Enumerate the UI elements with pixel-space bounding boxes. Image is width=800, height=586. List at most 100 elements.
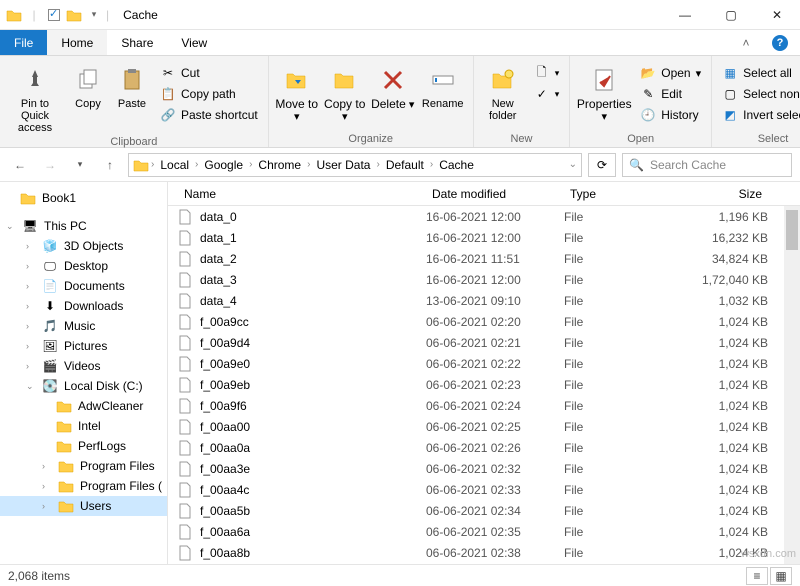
file-row[interactable]: f_00aa0a06-06-2021 02:26File1,024 KB <box>168 437 800 458</box>
chevron-right-icon[interactable]: › <box>26 241 36 251</box>
paste-button[interactable]: Paste <box>112 60 152 110</box>
col-type[interactable]: Type <box>564 187 676 201</box>
nav-tree[interactable]: Book1 ⌄🖥This PC ›🧊3D Objects ›🖵Desktop ›… <box>0 182 168 564</box>
file-row[interactable]: f_00aa0006-06-2021 02:25File1,024 KB <box>168 416 800 437</box>
scrollbar-thumb[interactable] <box>786 210 798 250</box>
file-row[interactable]: f_00a9f606-06-2021 02:24File1,024 KB <box>168 395 800 416</box>
chevron-right-icon[interactable]: › <box>26 281 36 291</box>
chevron-right-icon[interactable]: › <box>42 461 52 471</box>
chevron-down-icon[interactable]: ⌄ <box>26 381 36 392</box>
tab-view[interactable]: View <box>167 30 221 55</box>
file-row[interactable]: f_00aa4c06-06-2021 02:33File1,024 KB <box>168 479 800 500</box>
chevron-right-icon[interactable]: › <box>249 159 252 170</box>
select-all-button[interactable]: ▦Select all <box>718 64 800 82</box>
invert-selection-button[interactable]: ◩Invert selection <box>718 106 800 124</box>
forward-button[interactable]: → <box>38 153 62 177</box>
tree-intel[interactable]: Intel <box>0 416 167 436</box>
select-none-button[interactable]: ▢Select none <box>718 85 800 103</box>
checkbox-icon[interactable] <box>46 7 62 23</box>
edit-button[interactable]: ✎Edit <box>636 85 705 103</box>
details-view-button[interactable]: ≡ <box>746 567 768 585</box>
tab-share[interactable]: Share <box>107 30 167 55</box>
file-row[interactable]: f_00a9e006-06-2021 02:22File1,024 KB <box>168 353 800 374</box>
file-row[interactable]: f_00a9cc06-06-2021 02:20File1,024 KB <box>168 311 800 332</box>
folder-small-icon[interactable] <box>66 7 82 23</box>
close-button[interactable]: ✕ <box>754 0 800 30</box>
scrollbar[interactable] <box>784 206 800 564</box>
tree-videos[interactable]: ›🎬Videos <box>0 356 167 376</box>
file-row[interactable]: f_00aa3e06-06-2021 02:32File1,024 KB <box>168 458 800 479</box>
new-item-button[interactable]: 🗋▾ <box>530 64 564 82</box>
dropdown-icon[interactable]: ▾ <box>86 7 102 23</box>
properties-button[interactable]: Properties ▾ <box>576 60 632 123</box>
file-row[interactable]: data_116-06-2021 12:00File16,232 KB <box>168 227 800 248</box>
breadcrumb[interactable]: › Local› Google› Chrome› User Data› Defa… <box>128 153 582 177</box>
chevron-down-icon[interactable]: ⌄ <box>6 221 16 232</box>
tree-downloads[interactable]: ›⬇Downloads <box>0 296 167 316</box>
col-date[interactable]: Date modified <box>426 187 564 201</box>
chevron-right-icon[interactable]: › <box>26 341 36 351</box>
file-row[interactable]: data_216-06-2021 11:51File34,824 KB <box>168 248 800 269</box>
pin-quick-access-button[interactable]: Pin to Quick access <box>6 60 64 134</box>
file-row[interactable]: f_00a9eb06-06-2021 02:23File1,024 KB <box>168 374 800 395</box>
refresh-button[interactable]: ⟳ <box>588 153 616 177</box>
crumb[interactable]: Default <box>382 158 428 172</box>
minimize-button[interactable]: — <box>662 0 708 30</box>
delete-button[interactable]: Delete ▾ <box>371 60 415 111</box>
chevron-right-icon[interactable]: › <box>26 301 36 311</box>
chevron-right-icon[interactable]: › <box>195 159 198 170</box>
move-to-button[interactable]: Move to ▾ <box>275 60 319 123</box>
tree-3d-objects[interactable]: ›🧊3D Objects <box>0 236 167 256</box>
tree-program-files[interactable]: ›Program Files <box>0 456 167 476</box>
file-row[interactable]: f_00a9d406-06-2021 02:21File1,024 KB <box>168 332 800 353</box>
up-button[interactable]: ↑ <box>98 153 122 177</box>
crumb[interactable]: User Data <box>312 158 374 172</box>
crumb[interactable]: Local <box>156 158 193 172</box>
crumb[interactable]: Chrome <box>254 158 305 172</box>
tab-home[interactable]: Home <box>47 30 107 55</box>
rename-button[interactable]: Rename <box>419 60 467 110</box>
maximize-button[interactable]: ▢ <box>708 0 754 30</box>
crumb[interactable]: Google <box>200 158 247 172</box>
tree-pictures[interactable]: ›🖼Pictures <box>0 336 167 356</box>
tree-local-disk[interactable]: ⌄💽Local Disk (C:) <box>0 376 167 396</box>
tree-adwcleaner[interactable]: AdwCleaner <box>0 396 167 416</box>
col-name[interactable]: Name <box>178 187 426 201</box>
collapse-ribbon-icon[interactable]: ˄ <box>732 30 760 55</box>
chevron-right-icon[interactable]: › <box>26 361 36 371</box>
tree-this-pc[interactable]: ⌄🖥This PC <box>0 216 167 236</box>
file-row[interactable]: data_413-06-2021 09:10File1,032 KB <box>168 290 800 311</box>
open-button[interactable]: 📂Open ▾ <box>636 64 705 82</box>
copy-to-button[interactable]: Copy to ▾ <box>323 60 367 123</box>
file-row[interactable]: f_00aa6a06-06-2021 02:35File1,024 KB <box>168 521 800 542</box>
recent-dropdown[interactable]: ▾ <box>68 153 92 177</box>
chevron-down-icon[interactable]: ⌄ <box>569 159 577 170</box>
file-row[interactable]: data_016-06-2021 12:00File1,196 KB <box>168 206 800 227</box>
col-size[interactable]: Size <box>676 187 768 201</box>
tree-documents[interactable]: ›📄Documents <box>0 276 167 296</box>
chevron-right-icon[interactable]: › <box>376 159 379 170</box>
tree-perflogs[interactable]: PerfLogs <box>0 436 167 456</box>
history-button[interactable]: 🕘History <box>636 106 705 124</box>
chevron-right-icon[interactable]: › <box>42 501 52 511</box>
chevron-right-icon[interactable]: › <box>151 159 154 170</box>
crumb[interactable]: Cache <box>435 158 478 172</box>
cut-button[interactable]: ✂Cut <box>156 64 262 82</box>
file-row[interactable]: f_00aa8b06-06-2021 02:38File1,024 KB <box>168 542 800 563</box>
file-row[interactable]: f_00aa5b06-06-2021 02:34File1,024 KB <box>168 500 800 521</box>
tab-file[interactable]: File <box>0 30 47 55</box>
copy-path-button[interactable]: 📋Copy path <box>156 85 262 103</box>
help-button[interactable]: ? <box>760 30 800 55</box>
tree-program-files-x86[interactable]: ›Program Files ( <box>0 476 167 496</box>
chevron-right-icon[interactable]: › <box>42 481 52 491</box>
tree-desktop[interactable]: ›🖵Desktop <box>0 256 167 276</box>
back-button[interactable]: ← <box>8 153 32 177</box>
new-folder-button[interactable]: New folder <box>480 60 526 122</box>
copy-button[interactable]: Copy <box>68 60 108 110</box>
easy-access-button[interactable]: ✓▾ <box>530 85 564 103</box>
paste-shortcut-button[interactable]: 🔗Paste shortcut <box>156 106 262 124</box>
tree-music[interactable]: ›🎵Music <box>0 316 167 336</box>
chevron-right-icon[interactable]: › <box>26 261 36 271</box>
chevron-right-icon[interactable]: › <box>307 159 310 170</box>
chevron-right-icon[interactable]: › <box>430 159 433 170</box>
